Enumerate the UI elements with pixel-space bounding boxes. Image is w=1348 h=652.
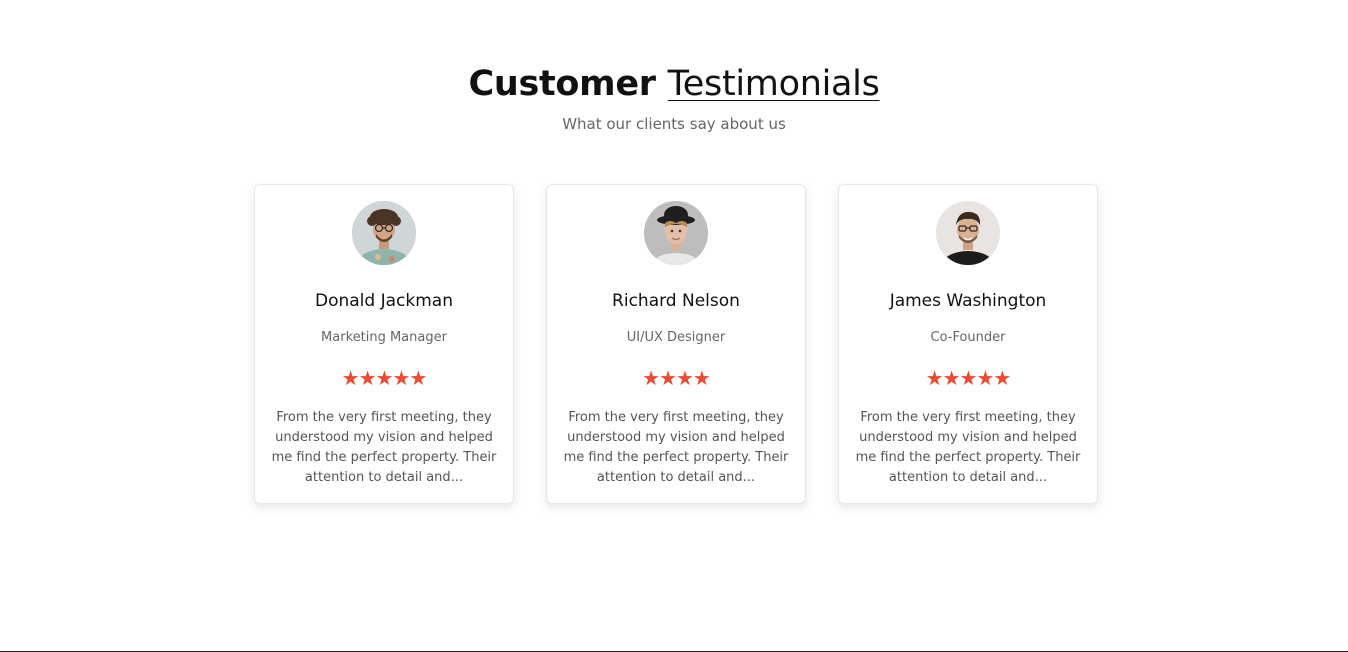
testimonial-name: Richard Nelson	[612, 291, 740, 311]
star-rating: ★★★★★	[925, 366, 1012, 390]
avatar	[936, 201, 1000, 265]
testimonial-text: From the very first meeting, they unders…	[563, 410, 789, 485]
avatar	[644, 201, 708, 265]
section-title: Customer Testimonials	[0, 62, 1348, 106]
testimonial-card: Richard Nelson UI/UX Designer ★★★★ From …	[546, 184, 806, 504]
testimonial-role: Marketing Manager	[321, 330, 447, 345]
star-rating: ★★★★★	[341, 366, 428, 390]
testimonial-text: From the very first meeting, they unders…	[855, 410, 1081, 485]
testimonials-section: Customer Testimonials What our clients s…	[0, 0, 1348, 652]
avatar	[352, 201, 416, 265]
star-rating: ★★★★	[642, 366, 711, 390]
avatar-photo-icon	[936, 201, 1000, 265]
avatar-photo-icon	[644, 201, 708, 265]
testimonial-name: James Washington	[889, 291, 1047, 311]
testimonial-text: From the very first meeting, they unders…	[271, 410, 497, 485]
avatar-photo-icon	[352, 201, 416, 265]
testimonial-card: James Washington Co-Founder ★★★★★ From t…	[838, 184, 1098, 504]
section-subtitle: What our clients say about us	[562, 115, 786, 133]
section-title-light: Testimonials	[667, 64, 880, 104]
testimonial-role: UI/UX Designer	[626, 330, 726, 345]
section-title-bold: Customer	[468, 64, 656, 104]
testimonial-name: Donald Jackman	[315, 291, 453, 311]
testimonial-card: Donald Jackman Marketing Manager ★★★★★ F…	[254, 184, 514, 504]
testimonial-role: Co-Founder	[930, 330, 1006, 345]
testimonial-cards: Donald Jackman Marketing Manager ★★★★★ F…	[254, 184, 1098, 504]
